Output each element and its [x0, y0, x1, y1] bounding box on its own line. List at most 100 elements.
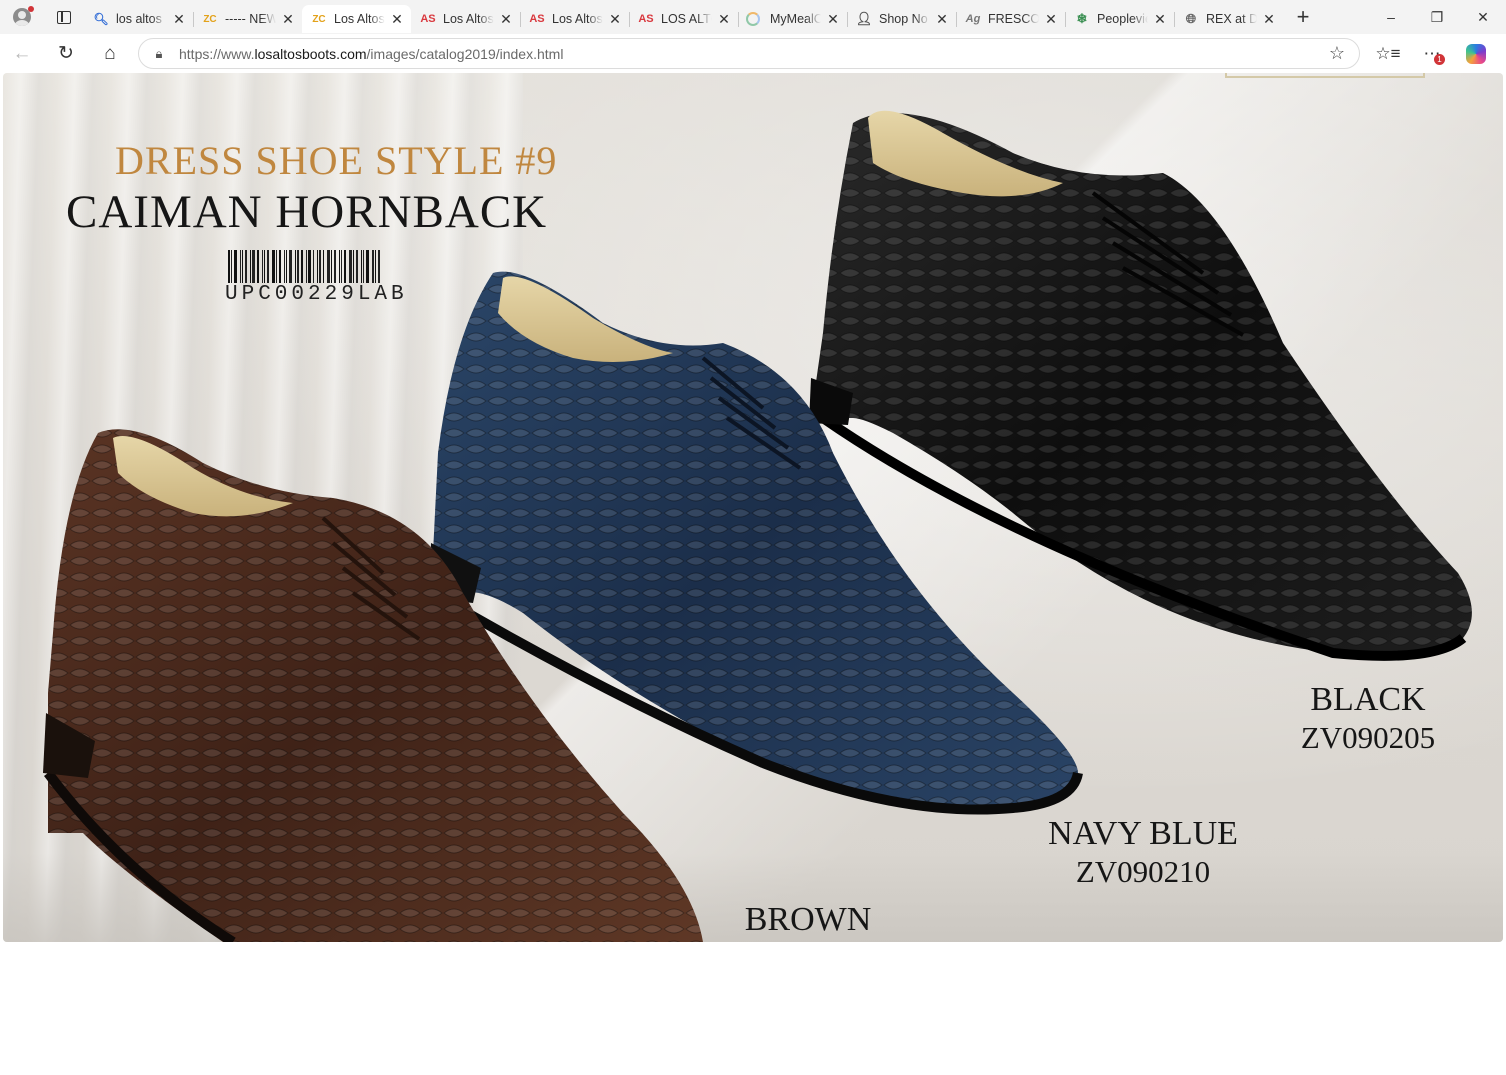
url-path: /images/catalog2019/index.html: [366, 45, 564, 62]
refresh-button[interactable]: ↻: [44, 34, 88, 73]
barcode-bar: [267, 250, 269, 283]
close-tab-icon[interactable]: ✕: [280, 11, 296, 28]
barcode-bar: [289, 250, 292, 283]
barcode-bar: [250, 250, 251, 283]
barcode-bar: [366, 250, 369, 283]
close-window-button[interactable]: ✕: [1460, 0, 1506, 34]
notification-badge: 1: [1434, 54, 1445, 65]
close-tab-icon[interactable]: ✕: [825, 11, 841, 28]
upc-code: UPC00229LAB: [225, 283, 408, 306]
lock-icon[interactable]: 🔒︎: [139, 46, 179, 62]
barcode-bar: [317, 250, 318, 283]
tab-strip: 🔍︎ los altos ✕ ZC ----- NEW ✕ ZC Los Altos ✕ AS Lo…: [0, 0, 1506, 34]
barcode-bar: [257, 250, 259, 283]
as-icon: AS: [638, 13, 654, 25]
window-controls: – ❐ ✕: [1368, 0, 1506, 34]
barcode-bar: [306, 250, 307, 283]
url-domain: losaltosboots.com: [254, 45, 367, 62]
copilot-icon[interactable]: [1466, 43, 1486, 64]
barcode-bar: [252, 250, 255, 283]
tab[interactable]: 🌐︎ REX at D ✕: [1174, 5, 1283, 33]
tab[interactable]: 👤︎ Shop No ✕: [847, 5, 956, 33]
color-label-navy-blue: NAVY BLUE ZV090210: [1043, 815, 1243, 891]
barcode-graphic: [228, 250, 428, 283]
barcode-bar: [331, 250, 332, 283]
catalog-page: DRESS SHOE STYLE #9 CAIMAN HORNBACK UPC0…: [3, 73, 1503, 942]
tab-title: REX at D: [1206, 12, 1257, 26]
color-name: BROWN: [744, 901, 872, 938]
color-name: NAVY BLUE: [1048, 815, 1238, 852]
barcode-bar: [245, 250, 247, 283]
navigation-toolbar: ← ↻ ⌂ 🔒︎ https://www.losaltosboots.com/i…: [0, 34, 1506, 73]
color-name: BLACK: [1310, 681, 1426, 718]
close-tab-icon[interactable]: ✕: [1043, 11, 1059, 28]
tab-actions-button[interactable]: [44, 0, 84, 34]
profile-avatar[interactable]: [0, 0, 44, 34]
barcode-bar: [286, 250, 287, 283]
back-button[interactable]: ←: [0, 34, 44, 73]
close-tab-icon[interactable]: ✕: [607, 11, 623, 28]
barcode-bar: [319, 250, 321, 283]
model-name: CAIMAN HORNBACK: [66, 186, 548, 238]
tab[interactable]: Ag FRESCO ✕: [956, 5, 1065, 33]
barcode-bar: [372, 250, 374, 283]
tab[interactable]: AS Los Altos ✕: [411, 5, 520, 33]
barcode-bar: [356, 250, 358, 283]
person-icon: 👤︎: [855, 11, 873, 26]
close-tab-icon[interactable]: ✕: [1261, 11, 1277, 28]
leaf-icon: ❄︎: [1076, 11, 1088, 26]
barcode-bar: [228, 250, 230, 283]
restore-button[interactable]: ❐: [1414, 0, 1460, 34]
barcode-bar: [313, 250, 314, 283]
tab[interactable]: 🔍︎ los altos ✕: [84, 5, 193, 33]
barcode-bar: [341, 250, 342, 283]
close-tab-icon[interactable]: ✕: [498, 11, 514, 28]
tab[interactable]: ZC ----- NEW ✕: [193, 5, 302, 33]
tab-title: LOS ALTOS: [661, 12, 712, 26]
close-tab-icon[interactable]: ✕: [389, 11, 405, 28]
barcode-bar: [284, 250, 285, 283]
new-tab-button[interactable]: +: [1283, 0, 1323, 34]
ink-icon: Ag: [965, 13, 981, 25]
url-prefix: https://www.: [179, 45, 255, 62]
tab-title: MyMealC: [770, 12, 821, 26]
black-shoe-image: [809, 110, 1472, 661]
tab-title: ----- NEW: [225, 12, 276, 26]
ring-icon: [746, 12, 760, 26]
close-tab-icon[interactable]: ✕: [1152, 11, 1168, 28]
close-tab-icon[interactable]: ✕: [716, 11, 732, 28]
home-button[interactable]: ⌂: [88, 34, 132, 73]
tab-title: los altos: [116, 12, 162, 26]
barcode-bar: [339, 250, 340, 283]
color-label-brown: BROWN: [738, 901, 878, 939]
close-tab-icon[interactable]: ✕: [171, 11, 187, 28]
barcode-bar: [279, 250, 281, 283]
tab-title: Los Altos: [334, 12, 385, 26]
barcode-bar: [323, 250, 324, 283]
barcode-bar: [242, 250, 243, 283]
tab-list: 🔍︎ los altos ✕ ZC ----- NEW ✕ ZC Los Altos ✕ AS Lo…: [84, 0, 1283, 34]
color-sku: ZV090205: [1300, 720, 1436, 755]
favorite-star-icon[interactable]: ☆: [1315, 43, 1359, 64]
barcode-bar: [378, 250, 380, 283]
tab-title: FRESCO: [988, 12, 1039, 26]
barcode-bar: [301, 250, 303, 283]
barcode-bar: [264, 250, 265, 283]
tab[interactable]: ZC Los Altos ✕: [302, 5, 411, 33]
tab-title: Shop No: [879, 12, 928, 26]
color-sku: ZV090210: [1075, 854, 1211, 889]
tab[interactable]: MyMealC ✕: [738, 5, 847, 33]
tab[interactable]: AS Los Altos ✕: [520, 5, 629, 33]
close-tab-icon[interactable]: ✕: [934, 11, 950, 28]
favorites-button[interactable]: ☆≡: [1366, 34, 1410, 73]
tab-actions-icon: [57, 10, 71, 24]
minimize-button[interactable]: –: [1368, 0, 1414, 34]
zc-icon: ZC: [312, 13, 326, 25]
more-menu-button[interactable]: ⋯ 1: [1410, 34, 1454, 73]
address-bar[interactable]: 🔒︎ https://www.losaltosboots.com/images/…: [138, 38, 1360, 69]
url-text[interactable]: https://www.losaltosboots.com/images/cat…: [179, 46, 1315, 62]
as-icon: AS: [420, 13, 436, 25]
tab[interactable]: ❄︎ Peoplevie ✕: [1065, 5, 1174, 33]
barcode-bar: [361, 250, 362, 283]
tab[interactable]: AS LOS ALTOS ✕: [629, 5, 738, 33]
